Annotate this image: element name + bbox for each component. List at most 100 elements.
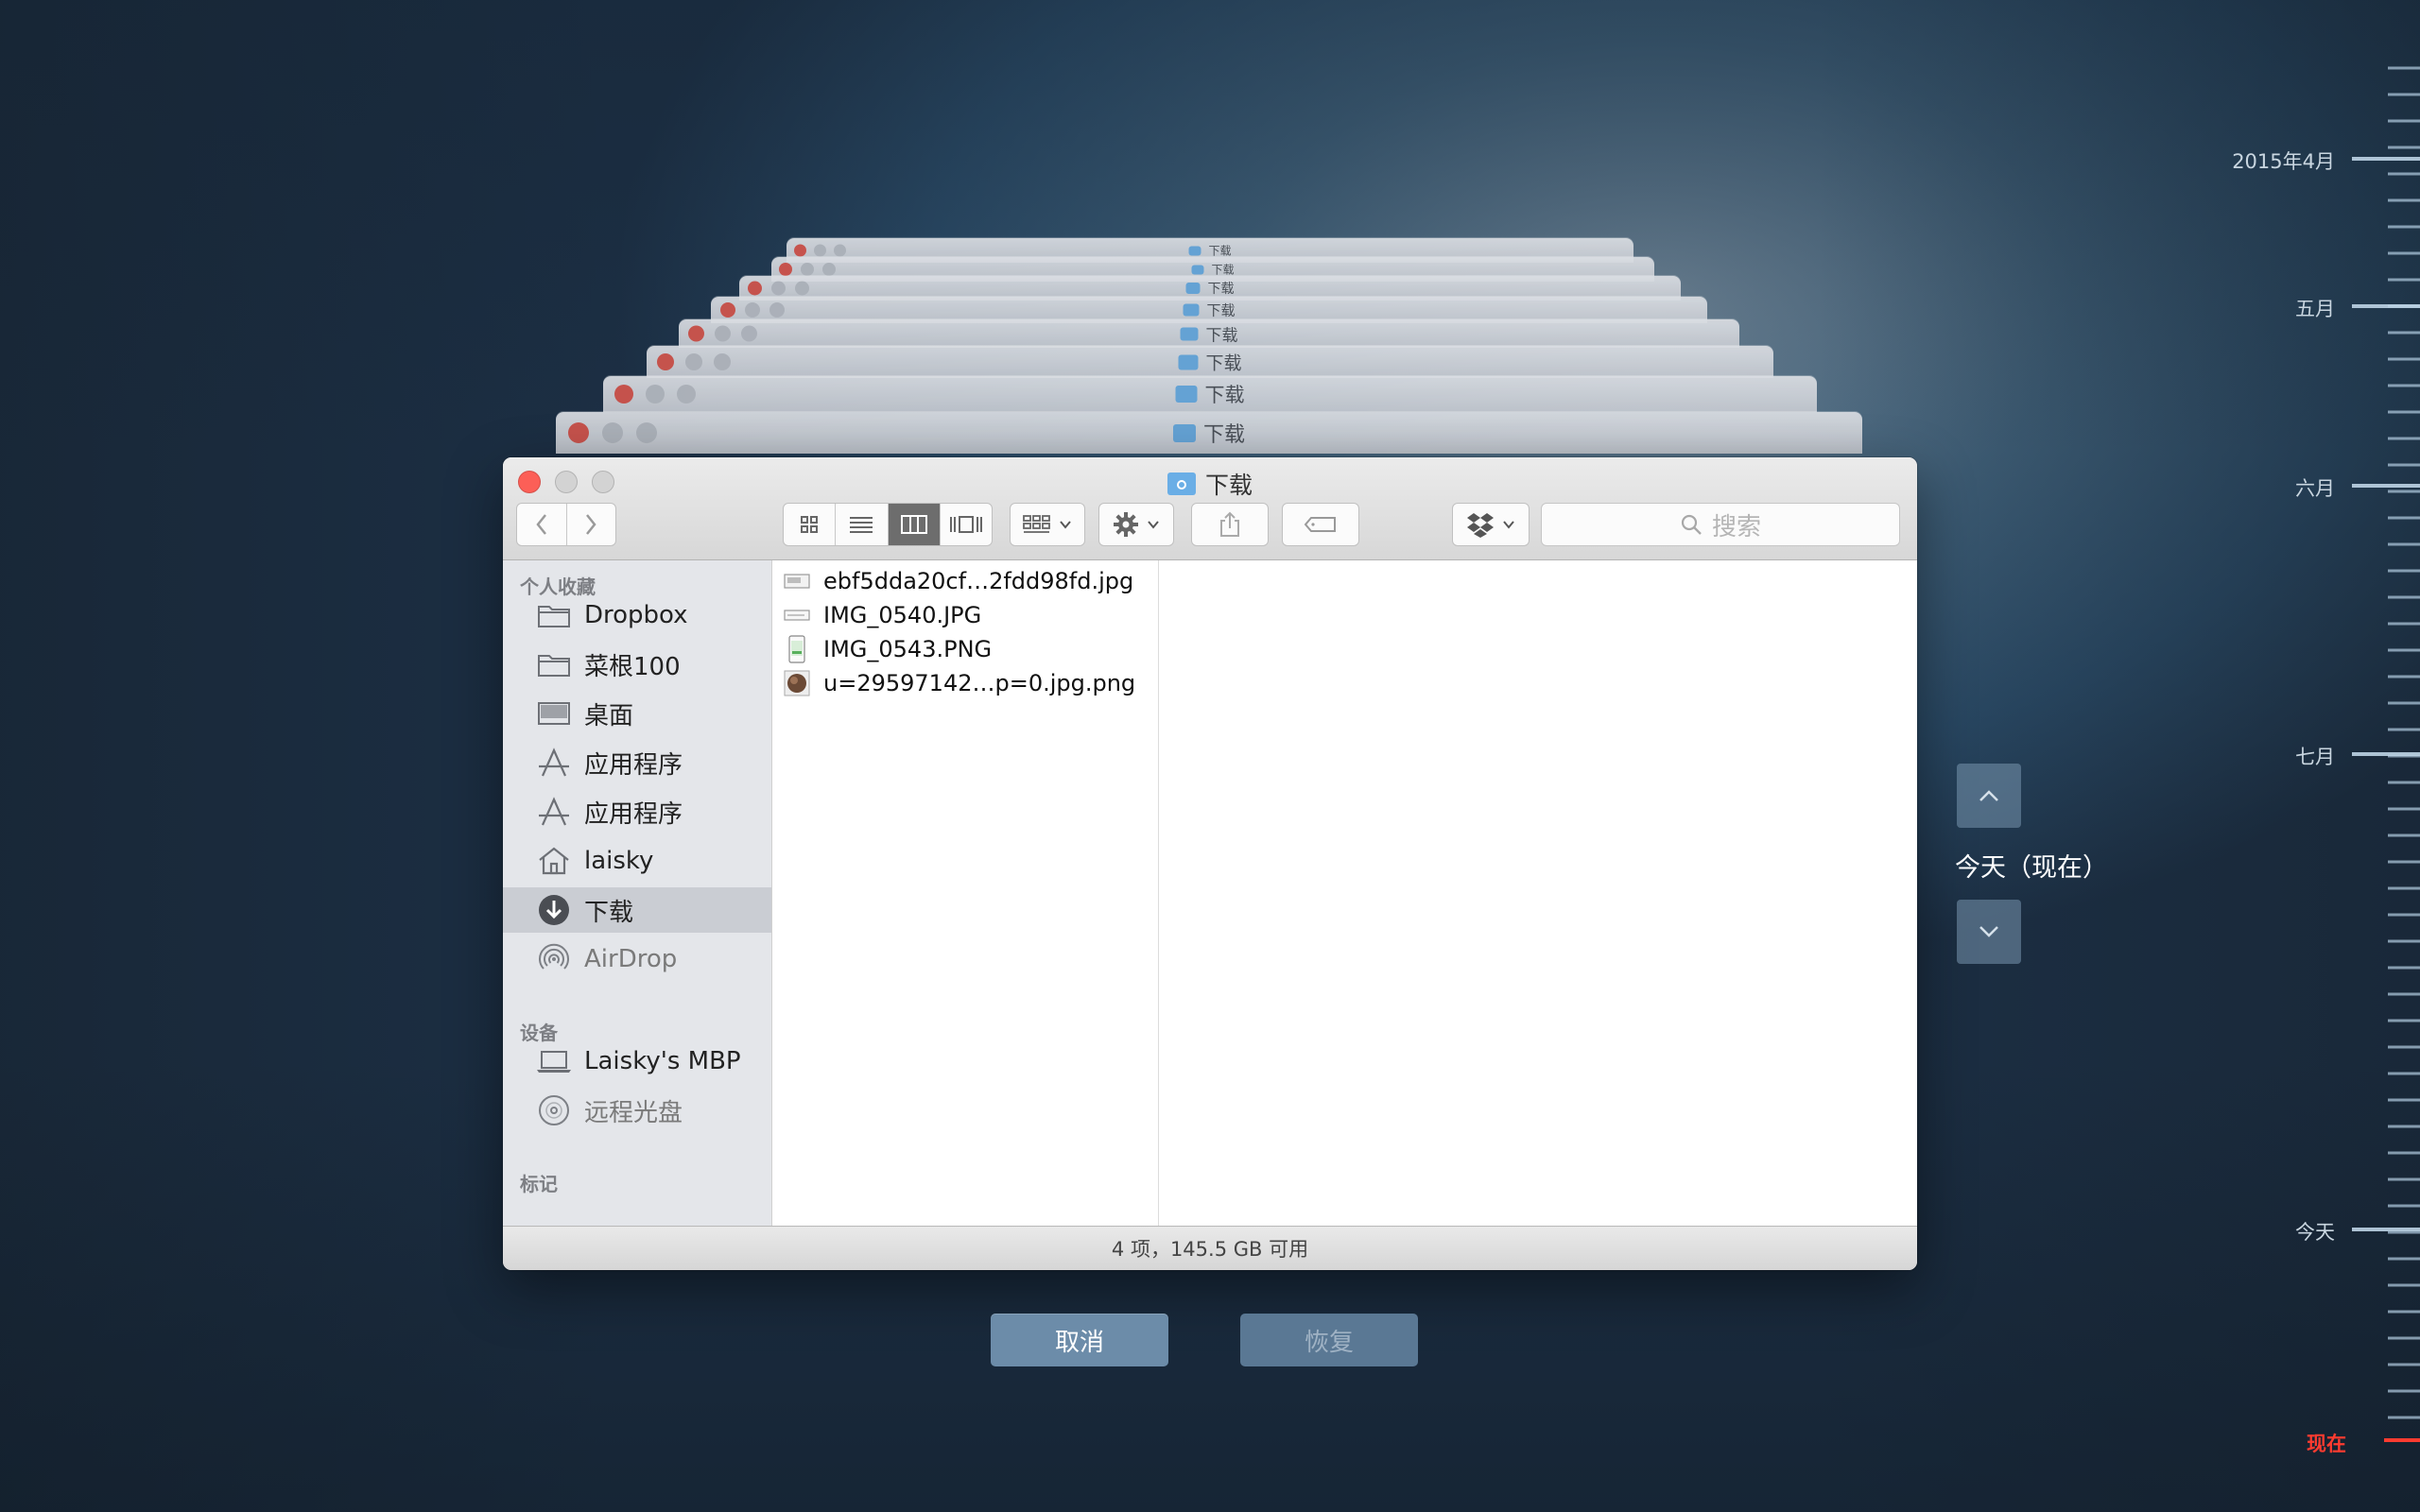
- sidebar-item-label: 应用程序: [584, 799, 683, 829]
- timeline-label-today: 今天: [2295, 1221, 2335, 1244]
- sidebar-item-dropbox[interactable]: Dropbox: [503, 593, 771, 638]
- inactive-dot: [745, 302, 760, 318]
- list-item[interactable]: u=29597142…p=0.jpg.png: [772, 666, 1158, 700]
- share-button[interactable]: [1191, 503, 1269, 546]
- action-menu-button[interactable]: [1098, 503, 1174, 546]
- sidebar-item-downloads[interactable]: 下载: [503, 887, 771, 933]
- timeline-label-now: 现在: [2307, 1433, 2346, 1455]
- finder-window: 下载 搜索 个人收藏 Dropbox 菜根100 桌面 应用程序 应用程序 la…: [503, 457, 1917, 1270]
- list-item[interactable]: IMG_0543.PNG: [772, 632, 1158, 666]
- icon-view-button[interactable]: [784, 504, 837, 545]
- folder-icon: [1172, 423, 1196, 442]
- close-dot: [657, 353, 674, 370]
- sidebar-item-applications[interactable]: 应用程序: [503, 740, 771, 785]
- sidebar-item-label: Dropbox: [584, 601, 688, 629]
- cover-flow-icon: [949, 516, 982, 533]
- file-name: ebf5dda20cf…2fdd98fd.jpg: [823, 568, 1134, 594]
- inactive-dot: [714, 353, 731, 370]
- chevron-down-icon: [1979, 926, 1998, 937]
- inactive-dot: [795, 281, 809, 296]
- laptop-icon: [535, 1045, 573, 1077]
- arrange-grid-icon: [1023, 515, 1050, 533]
- disc-icon: [535, 1094, 573, 1126]
- chevron-up-icon: [1979, 790, 1998, 801]
- history-window-title-text: 下载: [1202, 423, 1246, 447]
- history-window[interactable]: 下载: [679, 319, 1739, 348]
- history-window-title-text: 下载: [1206, 301, 1236, 319]
- tags-header: 标记: [520, 1173, 558, 1195]
- back-button[interactable]: [517, 504, 567, 545]
- status-text: 4 项，145.5 GB 可用: [1111, 1238, 1309, 1261]
- column-view-button[interactable]: [888, 504, 941, 545]
- folder-icon: [1180, 327, 1199, 340]
- sidebar-item-applications-2[interactable]: 应用程序: [503, 789, 771, 834]
- folder-icon: [1178, 354, 1199, 369]
- cancel-button[interactable]: 取消: [991, 1314, 1168, 1366]
- tag-icon: [1304, 517, 1336, 532]
- inactive-dot: [769, 302, 785, 318]
- history-window[interactable]: 下载: [556, 412, 1862, 454]
- inactive-dot: [822, 263, 836, 276]
- history-window[interactable]: 下载: [647, 346, 1773, 378]
- history-window[interactable]: 下载: [603, 376, 1817, 412]
- history-window-title: 下载: [1188, 243, 1232, 259]
- image-file-icon: [784, 568, 810, 594]
- history-window-title-text: 下载: [1205, 352, 1242, 374]
- inactive-dot: [677, 385, 696, 404]
- sidebar-item-desktop[interactable]: 桌面: [503, 691, 771, 736]
- folder-icon: [1185, 283, 1201, 294]
- snapshot-date-label: 今天（现在）: [1955, 853, 2108, 883]
- chevron-right-icon: [586, 514, 596, 535]
- timeline-label-april: 2015年4月: [2232, 150, 2335, 173]
- history-window-title-text: 下载: [1205, 326, 1238, 346]
- sidebar-item-home[interactable]: laisky: [503, 838, 771, 884]
- sidebar-item-label: laisky: [584, 847, 654, 875]
- inactive-dot: [771, 281, 786, 296]
- sidebar-item-label: 桌面: [584, 701, 634, 730]
- window-controls: [657, 353, 731, 370]
- arrange-button[interactable]: [1010, 503, 1085, 546]
- inactive-dot: [602, 422, 623, 443]
- folder-icon: [535, 648, 573, 680]
- inactive-dot: [834, 244, 846, 257]
- dropbox-button[interactable]: [1452, 503, 1530, 546]
- sidebar-item-mbp[interactable]: Laisky's MBP: [503, 1039, 771, 1084]
- view-mode-selector: [783, 503, 993, 546]
- sidebar-item-airdrop[interactable]: AirDrop: [503, 936, 771, 982]
- search-icon: [1681, 514, 1702, 535]
- list-item[interactable]: IMG_0540.JPG: [772, 598, 1158, 632]
- file-name: IMG_0543.PNG: [823, 636, 993, 662]
- inactive-dot: [741, 325, 757, 342]
- sidebar-item-remote-disc[interactable]: 远程光盘: [503, 1088, 771, 1133]
- sidebar-item-label: 下载: [584, 898, 634, 927]
- sidebar-item-caigen100[interactable]: 菜根100: [503, 642, 771, 687]
- sidebar-item-label: 远程光盘: [584, 1098, 683, 1127]
- columns-icon: [900, 515, 927, 534]
- list-view-button[interactable]: [836, 504, 889, 545]
- applications-icon: [535, 796, 573, 828]
- sidebar-item-label: 菜根100: [584, 652, 681, 681]
- close-dot: [614, 385, 633, 404]
- search-field[interactable]: 搜索: [1541, 503, 1900, 546]
- photo-thumb-icon: [784, 670, 810, 696]
- list-item[interactable]: ebf5dda20cf…2fdd98fd.jpg: [772, 564, 1158, 598]
- share-icon: [1220, 511, 1239, 537]
- chevron-down-icon: [1148, 521, 1159, 529]
- folder-icon: [1183, 303, 1200, 317]
- forward-button[interactable]: [567, 504, 616, 545]
- window-controls: [779, 263, 836, 276]
- tags-button[interactable]: [1282, 503, 1359, 546]
- window-controls: [688, 325, 757, 342]
- history-window-title: 下载: [1172, 418, 1246, 448]
- timeline-label-july: 七月: [2295, 746, 2335, 768]
- restore-button[interactable]: 恢复: [1240, 1314, 1418, 1366]
- gear-icon: [1114, 512, 1138, 537]
- cover-flow-view-button[interactable]: [941, 504, 992, 545]
- older-snapshot-button[interactable]: [1957, 764, 2021, 828]
- sidebar: 个人收藏 Dropbox 菜根100 桌面 应用程序 应用程序 laisky 下…: [503, 560, 772, 1227]
- file-name: u=29597142…p=0.jpg.png: [823, 670, 1136, 696]
- newer-snapshot-button[interactable]: [1957, 900, 2021, 964]
- home-icon: [535, 845, 573, 877]
- folder-icon: [1191, 265, 1204, 274]
- inactive-dot: [646, 385, 665, 404]
